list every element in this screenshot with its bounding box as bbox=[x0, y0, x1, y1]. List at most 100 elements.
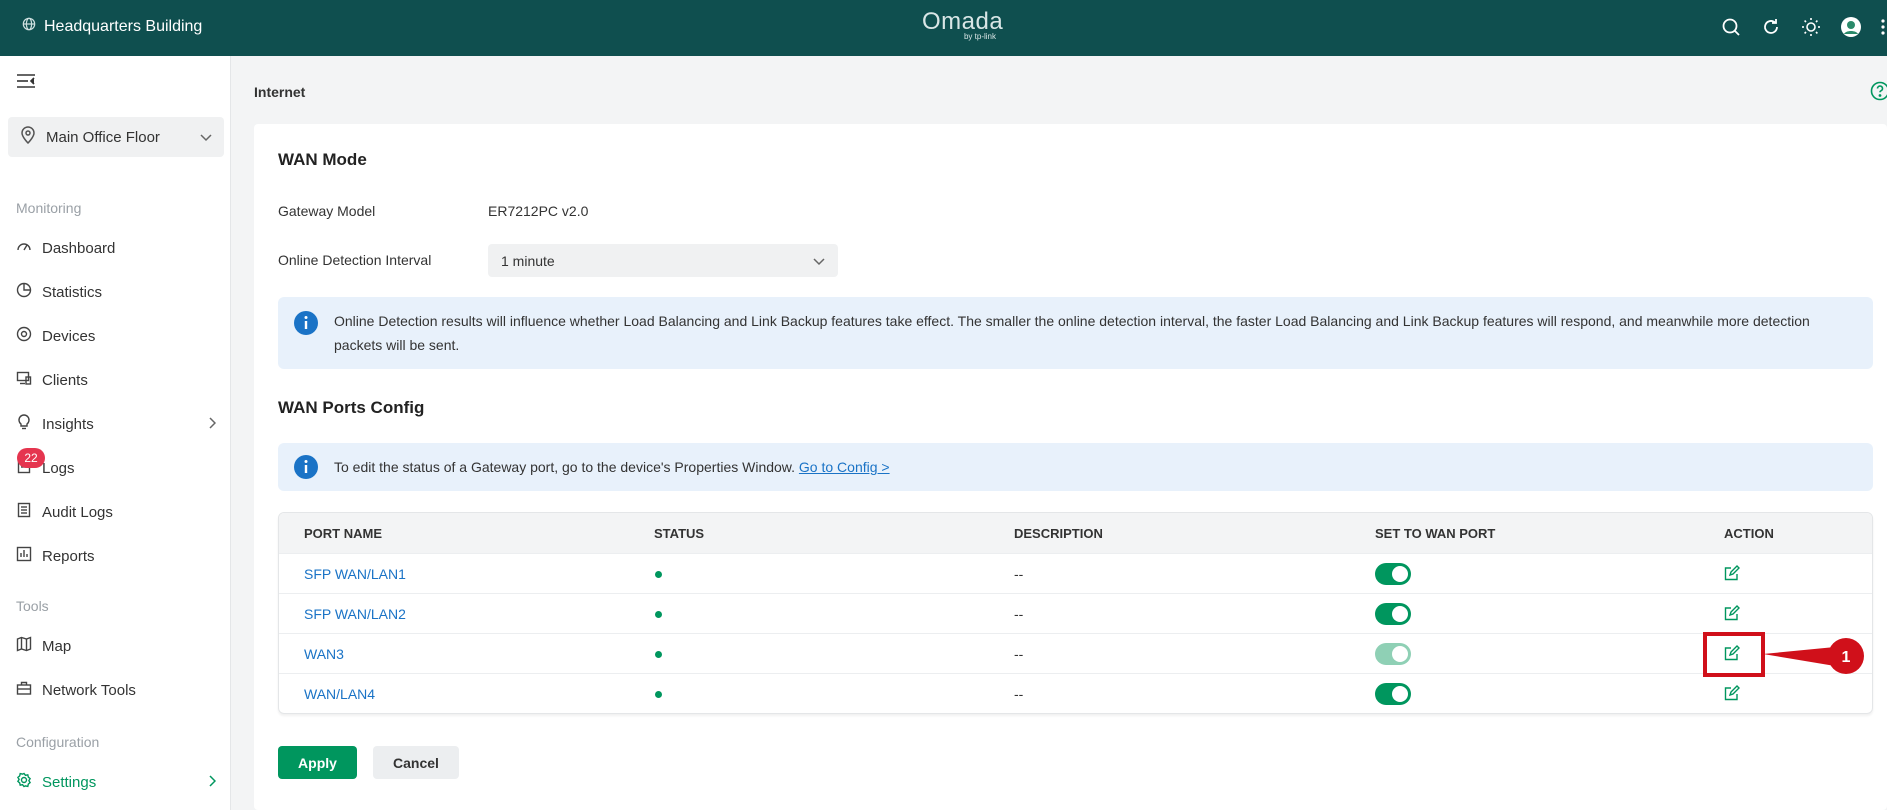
avatar[interactable] bbox=[1839, 15, 1863, 39]
description-cell: -- bbox=[1014, 606, 1024, 622]
wan-ports-heading: WAN Ports Config bbox=[278, 398, 425, 417]
status-online-dot bbox=[655, 650, 662, 658]
collapse-menu-icon[interactable] bbox=[16, 72, 36, 94]
table-row: SFP WAN/LAN2 -- bbox=[279, 593, 1872, 633]
edit-icon[interactable] bbox=[1724, 604, 1740, 624]
port-name-link[interactable]: WAN3 bbox=[304, 634, 344, 674]
description-cell: -- bbox=[1014, 686, 1024, 702]
sidebar-item-label: Dashboard bbox=[42, 239, 116, 257]
sidebar-item-devices[interactable]: Devices bbox=[16, 326, 216, 346]
action-cell bbox=[1724, 554, 1740, 594]
theme-icon[interactable] bbox=[1799, 15, 1823, 39]
refresh-icon[interactable] bbox=[1759, 15, 1783, 39]
audit-logs-icon bbox=[16, 502, 32, 522]
header-actions bbox=[1719, 15, 1887, 39]
detection-info-text: Online Detection results will influence … bbox=[334, 313, 1810, 353]
more-icon[interactable] bbox=[1879, 15, 1887, 39]
wan-port-toggle-cell bbox=[1375, 554, 1411, 594]
site-selector[interactable]: Main Office Floor bbox=[8, 117, 224, 157]
section-tools: Tools bbox=[16, 598, 49, 614]
sidebar-item-label: Reports bbox=[42, 547, 95, 565]
sidebar-item-label: Clients bbox=[42, 371, 88, 389]
info-icon bbox=[293, 310, 319, 339]
go-to-config-link[interactable]: Go to Config > bbox=[799, 459, 890, 475]
wan-port-toggle-cell bbox=[1375, 594, 1411, 634]
site-name[interactable]: Headquarters Building bbox=[22, 17, 202, 36]
port-name-link[interactable]: SFP WAN/LAN2 bbox=[304, 594, 406, 634]
table-row: WAN/LAN4 -- bbox=[279, 673, 1872, 713]
wan-port-toggle[interactable] bbox=[1375, 563, 1411, 585]
chevron-down-icon bbox=[200, 129, 212, 146]
info-icon bbox=[293, 454, 319, 483]
dashboard-icon bbox=[16, 238, 32, 258]
logs-count-badge: 22 bbox=[17, 448, 45, 468]
status-cell bbox=[654, 674, 662, 713]
chevron-down-icon bbox=[813, 253, 825, 269]
detection-info-banner: Online Detection results will influence … bbox=[278, 297, 1873, 369]
status-online-dot bbox=[655, 610, 662, 618]
description-cell: -- bbox=[1014, 646, 1024, 662]
wan-mode-heading: WAN Mode bbox=[278, 150, 367, 169]
detection-interval-select[interactable]: 1 minute bbox=[488, 244, 838, 277]
cancel-button[interactable]: Cancel bbox=[373, 746, 459, 779]
column-header-description: DESCRIPTION bbox=[1014, 525, 1103, 541]
sidebar-item-label: Settings bbox=[42, 773, 97, 791]
sidebar-item-settings[interactable]: Settings bbox=[16, 772, 217, 792]
sidebar-item-dashboard[interactable]: Dashboard bbox=[16, 238, 216, 258]
sidebar-item-insights[interactable]: Insights bbox=[16, 414, 217, 434]
globe-icon bbox=[22, 17, 36, 36]
devices-icon bbox=[16, 326, 32, 346]
table-header: PORT NAME STATUS DESCRIPTION SET TO WAN … bbox=[279, 513, 1872, 553]
wan-port-toggle-disabled bbox=[1375, 643, 1411, 665]
status-online-dot bbox=[655, 570, 662, 578]
toolbox-icon bbox=[16, 680, 32, 700]
action-cell bbox=[1724, 674, 1740, 713]
column-header-port-name: PORT NAME bbox=[304, 525, 382, 541]
column-header-set-to-wan-port: SET TO WAN PORT bbox=[1375, 525, 1496, 541]
sidebar-item-label: Insights bbox=[42, 415, 94, 433]
logo-main-text: Omada bbox=[922, 8, 1004, 35]
sidebar-item-audit-logs[interactable]: Audit Logs bbox=[16, 502, 216, 522]
gateway-model-label: Gateway Model bbox=[278, 203, 376, 219]
location-pin-icon bbox=[20, 126, 36, 148]
site-name-label: Headquarters Building bbox=[44, 17, 203, 35]
omada-logo: Omada by tp-link bbox=[922, 8, 1004, 42]
wan-ports-info-message: To edit the status of a Gateway port, go… bbox=[334, 459, 796, 475]
sidebar-item-logs[interactable]: Logs bbox=[16, 458, 216, 478]
sidebar-item-reports[interactable]: Reports bbox=[16, 546, 216, 566]
lightbulb-icon bbox=[16, 414, 32, 434]
wan-port-toggle-cell bbox=[1375, 674, 1411, 713]
table-row: SFP WAN/LAN1 -- bbox=[279, 553, 1872, 593]
chevron-right-icon bbox=[208, 416, 217, 433]
search-icon[interactable] bbox=[1719, 15, 1743, 39]
sidebar-item-label: Network Tools bbox=[42, 681, 136, 699]
apply-button[interactable]: Apply bbox=[278, 746, 357, 779]
wan-ports-table: PORT NAME STATUS DESCRIPTION SET TO WAN … bbox=[278, 512, 1873, 714]
wan-port-toggle[interactable] bbox=[1375, 603, 1411, 625]
annotation-highlight-box bbox=[1703, 632, 1765, 677]
sidebar-item-label: Map bbox=[42, 637, 72, 655]
section-configuration: Configuration bbox=[16, 734, 100, 750]
status-cell bbox=[654, 634, 662, 674]
settings-icon bbox=[16, 772, 32, 792]
sidebar-item-clients[interactable]: Clients bbox=[16, 370, 216, 390]
edit-icon[interactable] bbox=[1724, 684, 1740, 704]
port-name-link[interactable]: WAN/LAN4 bbox=[304, 674, 375, 713]
wan-port-toggle[interactable] bbox=[1375, 683, 1411, 705]
port-name-link[interactable]: SFP WAN/LAN1 bbox=[304, 554, 406, 594]
reports-icon bbox=[16, 546, 32, 566]
clients-icon bbox=[16, 370, 32, 390]
action-cell bbox=[1724, 594, 1740, 634]
sidebar-item-network-tools[interactable]: Network Tools bbox=[16, 680, 216, 700]
wan-ports-info-text: To edit the status of a Gateway port, go… bbox=[334, 455, 1833, 479]
help-icon[interactable] bbox=[1870, 81, 1887, 105]
pie-chart-icon bbox=[16, 282, 32, 302]
sidebar-item-map[interactable]: Map bbox=[16, 636, 216, 656]
gateway-model-value: ER7212PC v2.0 bbox=[488, 203, 589, 219]
edit-icon[interactable] bbox=[1724, 564, 1740, 584]
wan-port-toggle-cell bbox=[1375, 634, 1411, 674]
top-bar: Headquarters Building Omada by tp-link bbox=[0, 0, 1887, 56]
page-title: Internet bbox=[254, 84, 306, 100]
sidebar-item-statistics[interactable]: Statistics bbox=[16, 282, 216, 302]
sidebar-item-label: Devices bbox=[42, 327, 96, 345]
